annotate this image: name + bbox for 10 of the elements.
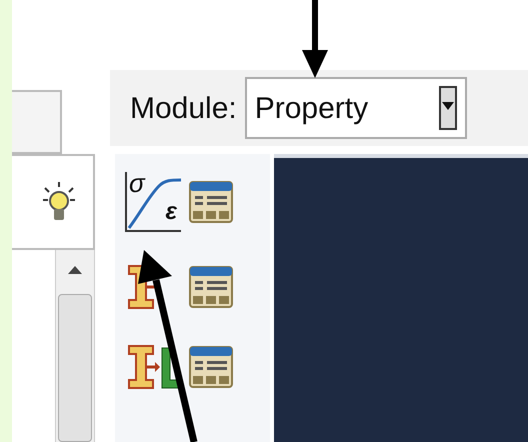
module-combo[interactable]: Property (244, 77, 467, 139)
table-icon[interactable] (189, 266, 233, 308)
scroll-up-icon[interactable] (68, 266, 82, 274)
dropdown-icon[interactable] (438, 86, 457, 130)
scroll-thumb[interactable] (58, 294, 92, 442)
module-label: Module: (130, 90, 237, 126)
table-icon[interactable] (189, 346, 233, 388)
section-assign-icon[interactable] (125, 342, 181, 392)
table-icon[interactable] (189, 181, 233, 223)
scrollbar[interactable] (55, 250, 95, 442)
